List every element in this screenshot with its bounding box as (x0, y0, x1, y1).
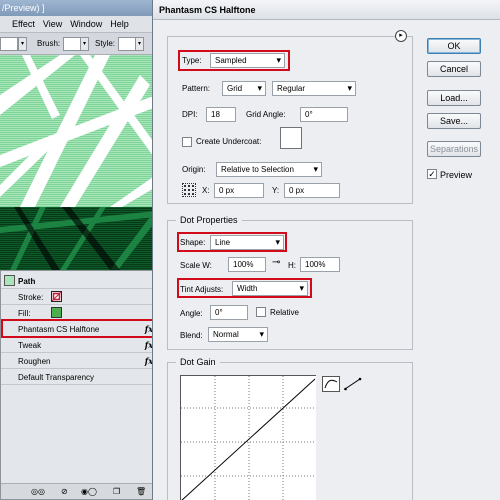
line-mode-icon[interactable] (344, 377, 362, 391)
curve-mode-icon[interactable] (322, 376, 340, 392)
origin-select[interactable]: Relative to Selection (216, 162, 322, 177)
artwork-canvas[interactable] (0, 55, 156, 270)
duplicate-item-icon[interactable]: ❐ (113, 487, 120, 496)
brush-picker[interactable] (63, 37, 81, 51)
highlight-box (178, 50, 290, 71)
default-transparency-row[interactable]: Default Transparency (1, 369, 157, 385)
x-label: X: (202, 186, 210, 195)
dot-properties-group: Dot Properties Shape: Line Scale W: 100%… (167, 215, 413, 350)
menu-help[interactable]: Help (110, 19, 129, 32)
trash-icon[interactable]: 🗑 (136, 487, 146, 496)
load-button[interactable]: Load... (427, 90, 481, 106)
grid-angle-input[interactable]: 0° (300, 107, 348, 122)
dot-gain-title: Dot Gain (176, 357, 220, 367)
stroke-label: Stroke: (18, 293, 44, 302)
chevron-down-icon[interactable]: ▾ (18, 37, 27, 51)
dot-gain-curve-graph[interactable] (180, 375, 316, 500)
angle-label: Angle: (180, 309, 203, 318)
effect-row-roughen[interactable]: Roughen fx (1, 353, 157, 369)
scale-h-label: H: (288, 261, 296, 270)
clear-appearance-icon[interactable]: ⊘ (61, 487, 68, 496)
pattern-select[interactable]: Grid (222, 81, 266, 96)
app-title: /Preview) ] (2, 3, 45, 13)
appearance-target-row[interactable]: Path (1, 273, 157, 289)
scale-w-label: Scale W: (180, 261, 212, 270)
artwork-dark-stripes (0, 207, 156, 270)
appearance-panel-footer: ◎◎ ⊘ ◉◯ ❐ 🗑 (1, 483, 157, 499)
save-button[interactable]: Save... (427, 113, 481, 129)
brush-label: Brush: (37, 39, 61, 48)
menu-bar: Effect View Window Help (0, 16, 156, 33)
preview-checkbox[interactable]: ✓ (427, 169, 437, 179)
dialog-title: Phantasm CS Halftone (159, 5, 256, 15)
chevron-down-icon[interactable]: ▾ (135, 37, 144, 51)
preview-label: Preview (440, 170, 473, 180)
path-thumbnail-icon (4, 275, 15, 286)
cancel-button[interactable]: Cancel (427, 61, 481, 77)
options-menu-icon[interactable]: ▸ (395, 30, 407, 42)
dpi-input[interactable]: 18 (206, 107, 236, 122)
halftone-settings-group: Type: Sampled Pattern: Grid Regular DPI:… (167, 36, 413, 204)
highlight-box (1, 319, 158, 338)
blend-select[interactable]: Normal (208, 327, 268, 342)
fill-label: Fill: (18, 309, 31, 318)
grid-angle-label: Grid Angle: (246, 110, 286, 119)
scale-w-input[interactable]: 100% (228, 257, 266, 272)
highlight-box (177, 278, 312, 298)
create-undercoat-checkbox[interactable] (182, 137, 192, 147)
style-label: Style: (95, 39, 116, 48)
ok-button[interactable]: OK (427, 38, 481, 54)
menu-view[interactable]: View (43, 19, 62, 32)
reduce-basic-icon[interactable]: ◉◯ (81, 487, 97, 496)
create-undercoat-label: Create Undercoat: (196, 137, 262, 146)
toolbar-field[interactable] (0, 37, 18, 51)
new-art-basic-icon[interactable]: ◎◎ (31, 487, 45, 496)
highlight-box (177, 232, 287, 252)
fill-swatch-icon[interactable] (51, 307, 62, 318)
appearance-target-label: Path (18, 277, 36, 286)
origin-anchor-icon[interactable] (182, 183, 196, 197)
origin-label: Origin: (182, 165, 206, 174)
separations-button: Separations (427, 141, 481, 157)
stroke-row[interactable]: Stroke: (1, 289, 157, 305)
relative-label: Relative (270, 308, 299, 317)
app-title-bar: /Preview) ] (0, 0, 156, 16)
menu-window[interactable]: Window (70, 19, 102, 32)
dot-properties-title: Dot Properties (176, 215, 242, 225)
relative-checkbox[interactable] (256, 307, 266, 317)
blend-label: Blend: (180, 331, 203, 340)
y-input[interactable]: 0 px (284, 183, 340, 198)
x-input[interactable]: 0 px (214, 183, 264, 198)
default-transparency-label: Default Transparency (18, 373, 95, 382)
pattern-label: Pattern: (182, 84, 211, 93)
pattern-variant-select[interactable]: Regular (272, 81, 356, 96)
link-proportions-icon[interactable]: ⊸ (272, 257, 280, 268)
undercoat-color-swatch[interactable] (280, 127, 302, 149)
effect-label: Tweak (18, 341, 42, 350)
chevron-down-icon[interactable]: ▾ (80, 37, 89, 51)
menu-effect[interactable]: Effect (12, 19, 35, 32)
scale-h-input[interactable]: 100% (300, 257, 340, 272)
y-label: Y: (272, 186, 280, 195)
effect-label: Roughen (18, 357, 51, 366)
appearance-panel: Path Stroke: Fill: Phantasm CS Halftone … (0, 270, 158, 500)
artwork-stripes (0, 55, 156, 207)
style-picker[interactable] (118, 37, 136, 51)
dpi-label: DPI: (182, 110, 198, 119)
stroke-swatch-icon[interactable] (51, 291, 62, 302)
control-bar: ▾ Brush: ▾ Style: ▾ (0, 33, 156, 55)
dialog-title-bar: Phantasm CS Halftone (153, 0, 500, 20)
angle-input[interactable]: 0° (210, 305, 248, 320)
effect-row-tweak[interactable]: Tweak fx (1, 337, 157, 353)
